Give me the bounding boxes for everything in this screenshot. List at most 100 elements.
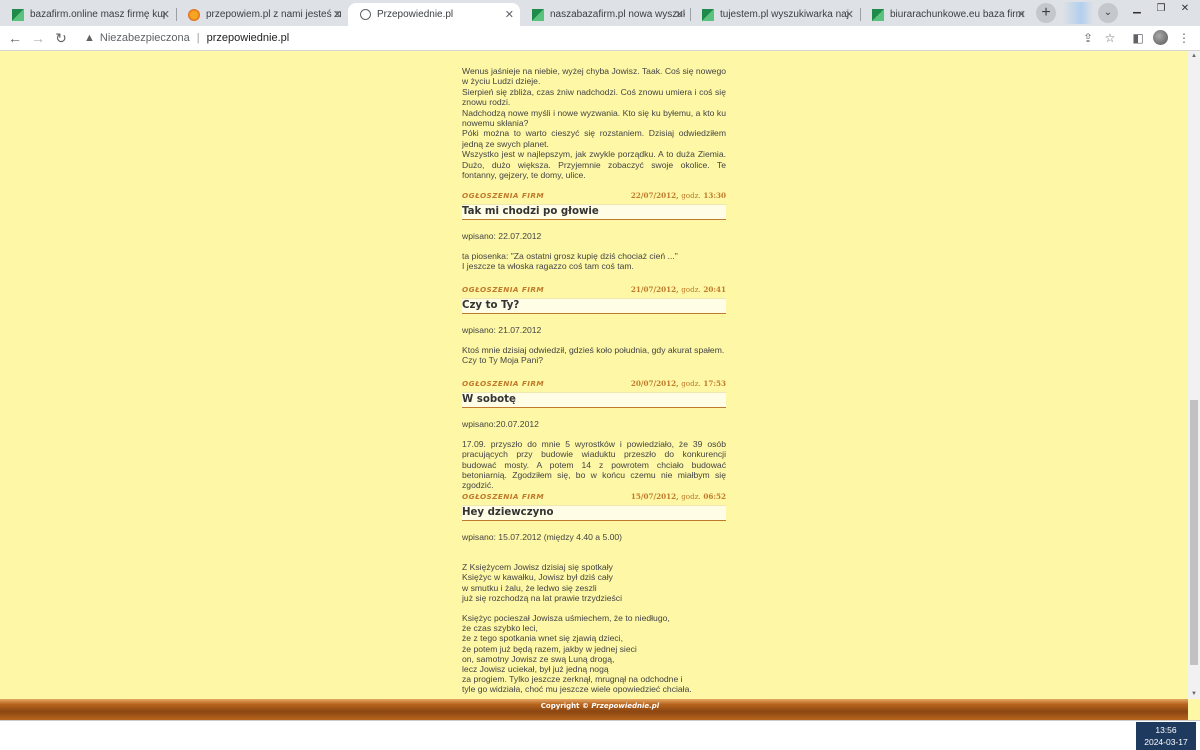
- post-title[interactable]: W sobotę: [462, 392, 726, 408]
- close-icon[interactable]: ✕: [161, 8, 170, 21]
- os-taskbar: [0, 720, 1200, 750]
- blog-post: OGŁOSZENIA FIRM 21/07/2012, godz. 20:41 …: [462, 285, 726, 366]
- scrollbar-thumb[interactable]: [1190, 400, 1198, 665]
- tab-strip: bazafirm.online masz firmę kup w ✕ przep…: [0, 0, 1200, 26]
- footer-brand-link[interactable]: Przepowiednie.pl: [591, 702, 659, 710]
- clock-date: 2024-03-17: [1144, 737, 1188, 747]
- tab-title: biurarachunkowe.eu baza firm ku: [890, 9, 1025, 20]
- post-title[interactable]: Tak mi chodzi po głowie: [462, 204, 726, 220]
- blog-post: OGŁOSZENIA FIRM 15/07/2012, godz. 06:52 …: [462, 492, 726, 695]
- close-window-icon[interactable]: ✕: [1174, 0, 1196, 20]
- forward-arrow-icon[interactable]: →: [29, 29, 47, 47]
- tab-5[interactable]: tujestem.pl wyszukiwarka naj ✕: [690, 3, 861, 26]
- tab-3-active[interactable]: Przepowiednie.pl ✕: [348, 3, 520, 26]
- post-body: wpisano: 15.07.2012 (między 4.40 a 5.00)…: [462, 532, 726, 695]
- post-line: Ktoś mnie dzisiaj odwiedził, gdzieś koło…: [462, 345, 725, 356]
- poem-line: Księżyc pocieszał Jowisza uśmiechem, że …: [462, 613, 670, 624]
- tab-strip-decoration: [1063, 2, 1093, 24]
- post-title[interactable]: Hey dziewczyno: [462, 505, 726, 521]
- reload-icon[interactable]: ↻: [52, 29, 70, 47]
- poem-line: tyle go widziała, choć mu jeszcze wiele …: [462, 684, 692, 695]
- poem-line: już się rozchodzą na lat prawie trzydzie…: [462, 592, 623, 603]
- bookmark-star-icon[interactable]: ☆: [1102, 30, 1118, 46]
- tab-4[interactable]: naszabazafirm.pl nowa wyszukiw ✕: [520, 3, 691, 26]
- post-date: 21/07/2012, godz. 20:41: [630, 285, 726, 294]
- intro-paragraph: Nadchodzą nowe myśli i nowe wyzwania. Kt…: [462, 107, 726, 129]
- tab-1[interactable]: bazafirm.online masz firmę kup w ✕: [0, 3, 177, 26]
- post-body: wpisano:20.07.2012 17.09. przyszło do mn…: [462, 419, 726, 490]
- address-bar[interactable]: ▲ Niezabezpieczona | przepowiednie.pl: [80, 27, 1090, 49]
- clock-time: 13:56: [1155, 725, 1177, 735]
- green-favicon-icon: [872, 8, 884, 21]
- post-line: Czy to Ty Moja Pani?: [462, 355, 544, 366]
- tab-title: tujestem.pl wyszukiwarka naj: [720, 9, 849, 20]
- url-text: przepowiednie.pl: [206, 32, 290, 44]
- post-body: wpisano: 22.07.2012 ta piosenka: "Za ost…: [462, 231, 726, 272]
- intro-paragraph: Wszystko jest w najlepszym, jak zwykle p…: [462, 149, 726, 181]
- poem-line: Księżyc w kawałku, Jowisz był dziś cały: [462, 572, 613, 583]
- post-date: 15/07/2012, godz. 06:52: [630, 492, 726, 501]
- tab-2[interactable]: przepowiem.pl z nami jesteś zna ✕: [176, 3, 348, 26]
- post-category[interactable]: OGŁOSZENIA FIRM: [462, 379, 544, 388]
- intro-text: Wenus jaśnieje na niebie, wyżej chyba Jo…: [462, 66, 726, 180]
- security-label: Niezabezpieczona: [99, 32, 190, 44]
- post-body: wpisano: 21.07.2012 Ktoś mnie dzisiaj od…: [462, 325, 726, 366]
- tab-search-chevron-icon[interactable]: ⌄: [1098, 3, 1118, 23]
- orange-favicon-icon: [188, 8, 200, 21]
- tab-title: przepowiem.pl z nami jesteś zna: [206, 9, 341, 20]
- minimize-icon[interactable]: ▁: [1126, 0, 1148, 20]
- side-panel-icon[interactable]: ◧: [1130, 30, 1146, 46]
- poem-line: że z tego spotkania wnet się zjawią dzie…: [462, 633, 623, 644]
- post-category[interactable]: OGŁOSZENIA FIRM: [462, 191, 544, 200]
- intro-paragraph: Sierpień się zbliża, czas żniw nadchodzi…: [462, 86, 726, 108]
- menu-kebab-icon[interactable]: ⋮: [1176, 30, 1192, 46]
- intro-paragraph: Wenus jaśnieje na niebie, wyżej chyba Jo…: [462, 66, 726, 87]
- close-icon[interactable]: ✕: [845, 8, 854, 21]
- post-line: I jeszcze ta włoska ragazzo coś tam coś …: [462, 261, 634, 272]
- poem-line: że potem już będą razem, jakby w jednej …: [462, 643, 637, 654]
- post-date: 20/07/2012, godz. 17:53: [630, 379, 726, 388]
- close-icon[interactable]: ✕: [505, 8, 514, 21]
- poem-line: lecz Jowisz uciekał, był już jedną nogą: [462, 664, 609, 675]
- green-favicon-icon: [12, 8, 24, 21]
- tab-title: Przepowiednie.pl: [377, 9, 454, 20]
- post-written-date: wpisano: 21.07.2012: [462, 325, 542, 335]
- scroll-up-icon[interactable]: ▲: [1191, 53, 1197, 59]
- copyright-text: Copyright © Przepowiednie.pl: [540, 702, 660, 710]
- post-written-date: wpisano: 15.07.2012 (między 4.40 a 5.00): [462, 532, 623, 542]
- vertical-scrollbar[interactable]: ▲ ▼: [1188, 51, 1200, 699]
- tab-6[interactable]: biurarachunkowe.eu baza firm ku ✕: [860, 3, 1032, 26]
- post-written-date: wpisano:20.07.2012: [462, 419, 539, 429]
- close-icon[interactable]: ✕: [675, 8, 684, 21]
- post-title[interactable]: Czy to Ty?: [462, 298, 726, 314]
- tab-title: bazafirm.online masz firmę kup w: [30, 9, 165, 20]
- web-page: Wenus jaśnieje na niebie, wyżej chyba Jo…: [0, 51, 1188, 699]
- blog-post: OGŁOSZENIA FIRM 20/07/2012, godz. 17:53 …: [462, 379, 726, 490]
- tab-title: naszabazafirm.pl nowa wyszukiw: [550, 9, 685, 20]
- back-arrow-icon[interactable]: ←: [6, 29, 24, 47]
- post-category[interactable]: OGŁOSZENIA FIRM: [462, 285, 544, 294]
- poem-line: on, samotny Jowisz ze swą Luną drogą,: [462, 653, 615, 664]
- poem-line: że czas szybko leci,: [462, 623, 538, 634]
- new-tab-button[interactable]: +: [1036, 3, 1056, 23]
- green-favicon-icon: [532, 8, 544, 21]
- close-icon[interactable]: ✕: [333, 8, 342, 21]
- profile-avatar[interactable]: [1153, 30, 1168, 45]
- restore-icon[interactable]: ❐: [1150, 0, 1172, 20]
- close-icon[interactable]: ✕: [1017, 8, 1026, 21]
- post-written-date: wpisano: 22.07.2012: [462, 231, 542, 241]
- browser-toolbar: ← → ↻ ▲ Niezabezpieczona | przepowiednie…: [0, 26, 1200, 51]
- blog-post: OGŁOSZENIA FIRM 22/07/2012, godz. 13:30 …: [462, 191, 726, 272]
- green-favicon-icon: [702, 8, 714, 21]
- post-line: ta piosenka: "Za ostatni grosz kupię dzi…: [462, 251, 678, 262]
- intro-paragraph: Póki można to warto cieszyć się rozstani…: [462, 128, 726, 149]
- post-line: 17.09. przyszło do mnie 5 wyrostków i po…: [462, 439, 726, 491]
- warning-triangle-icon[interactable]: ▲: [84, 32, 95, 44]
- post-category[interactable]: OGŁOSZENIA FIRM: [462, 492, 544, 501]
- scroll-down-icon[interactable]: ▼: [1191, 691, 1197, 697]
- globe-icon: [360, 9, 371, 20]
- share-icon[interactable]: ⇪: [1080, 30, 1096, 46]
- system-clock[interactable]: 13:56 2024-03-17: [1136, 722, 1196, 750]
- post-date: 22/07/2012, godz. 13:30: [630, 191, 726, 200]
- poem-line: Z Księżycem Jowisz dzisiaj się spotkały: [462, 562, 613, 573]
